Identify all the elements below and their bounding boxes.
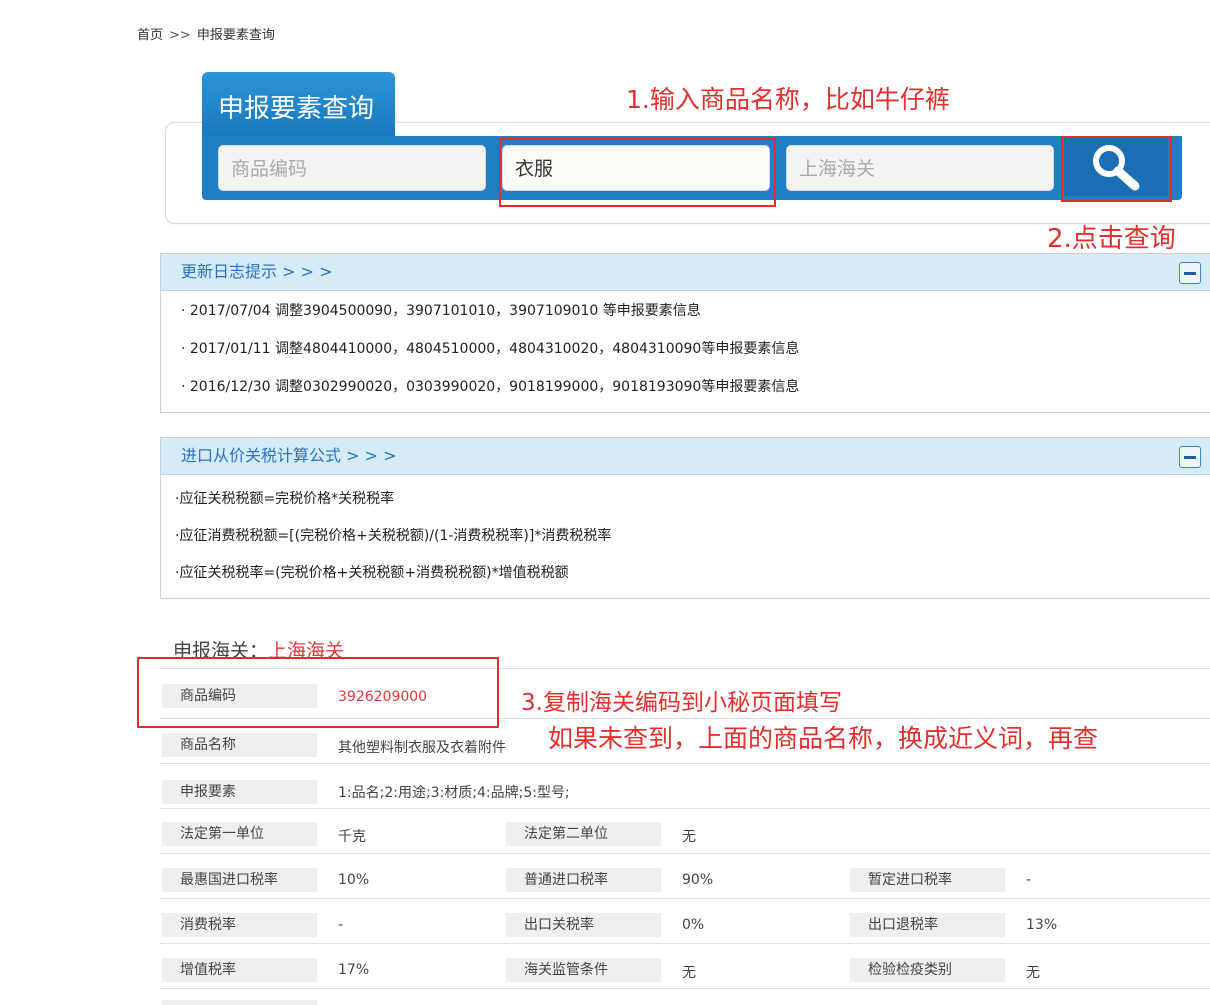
annotation-step1: 1.输入商品名称，比如牛仔裤 xyxy=(626,85,950,114)
unit1-label: 法定第一单位 xyxy=(162,822,317,846)
divider xyxy=(160,988,1210,989)
collapse-button[interactable] xyxy=(1179,262,1201,284)
vat-label: 增值税率 xyxy=(162,958,317,982)
export-rebate-value: 13% xyxy=(1026,917,1058,933)
commodity-code-input[interactable]: 商品编码 xyxy=(218,145,486,191)
elements-label: 申报要素 xyxy=(162,780,317,804)
divider xyxy=(160,763,1210,764)
update-log-header[interactable]: 更新日志提示 > > > xyxy=(161,254,1210,291)
supervision-label: 海关监管条件 xyxy=(506,958,661,982)
formula-panel: 进口从价关税计算公式 > > > ·应征关税税额=完税价格*关税税率 ·应征消费… xyxy=(160,437,1210,599)
mfn-rate-value: 10% xyxy=(338,872,370,888)
search-tab: 申报要素查询 xyxy=(202,72,395,136)
export-rebate-label: 出口退税率 xyxy=(850,913,1005,937)
unit2-value: 无 xyxy=(682,829,696,845)
inspection-value: 无 xyxy=(1026,965,1040,981)
vat-value: 17% xyxy=(338,962,370,978)
formula-title: 进口从价关税计算公式 > > > xyxy=(181,446,397,465)
next-row-label xyxy=(162,1000,317,1005)
divider xyxy=(160,808,1210,809)
highlight-name-input xyxy=(499,138,776,207)
breadcrumb-separator: >> xyxy=(169,28,191,43)
log-item: · 2017/01/11 调整4804410000，4804510000，480… xyxy=(181,341,800,357)
annotation-step3-line1: 3.复制海关编码到小秘页面填写 xyxy=(521,690,842,716)
annotation-step3-line2: 如果未查到，上面的商品名称，换成近义词，再查 xyxy=(548,724,1099,753)
formula-header[interactable]: 进口从价关税计算公式 > > > xyxy=(161,438,1210,475)
breadcrumb-home[interactable]: 首页 xyxy=(137,28,163,43)
unit2-label: 法定第二单位 xyxy=(506,822,661,846)
breadcrumb: 首页 >> 申报要素查询 xyxy=(137,24,275,43)
formula-item: ·应征关税税额=完税价格*关税税率 xyxy=(175,491,395,507)
search-tab-title: 申报要素查询 xyxy=(218,94,375,124)
general-rate-label: 普通进口税率 xyxy=(506,868,661,892)
update-log-title: 更新日志提示 > > > xyxy=(181,262,333,281)
minus-icon xyxy=(1184,455,1196,459)
update-log-panel: 更新日志提示 > > > · 2017/07/04 调整3904500090，3… xyxy=(160,253,1210,413)
log-item: · 2016/12/30 调整0302990020，0303990020，901… xyxy=(181,379,800,395)
provisional-rate-value: - xyxy=(1026,872,1032,888)
inspection-label: 检验检疫类别 xyxy=(850,958,1005,982)
log-item: · 2017/07/04 调整3904500090，3907101010，390… xyxy=(181,303,701,319)
consumption-tax-label: 消费税率 xyxy=(162,913,317,937)
collapse-button[interactable] xyxy=(1179,446,1201,468)
divider xyxy=(160,853,1210,854)
export-tariff-value: 0% xyxy=(682,917,705,933)
name-value: 其他塑料制衣服及衣着附件 xyxy=(338,740,506,756)
formula-item: ·应征关税税率=(完税价格+关税税额+消费税税额)*增值税税额 xyxy=(175,565,569,581)
minus-icon xyxy=(1184,271,1196,275)
customs-select[interactable]: 上海海关 xyxy=(786,145,1054,191)
highlight-search-button xyxy=(1061,136,1172,202)
highlight-code xyxy=(137,657,499,728)
provisional-rate-label: 暂定进口税率 xyxy=(850,868,1005,892)
annotation-step2: 2.点击查询 xyxy=(1047,224,1176,254)
elements-value: 1:品名;2:用途;3:材质;4:品牌;5:型号; xyxy=(338,785,570,801)
formula-item: ·应征消费税税额=[(完税价格+关税税额)/(1-消费税税率)]*消费税税率 xyxy=(175,528,612,544)
name-label: 商品名称 xyxy=(162,733,317,757)
mfn-rate-label: 最惠国进口税率 xyxy=(162,868,317,892)
unit1-value: 千克 xyxy=(338,829,366,845)
general-rate-value: 90% xyxy=(682,872,714,888)
divider xyxy=(160,898,1210,899)
export-tariff-label: 出口关税率 xyxy=(506,913,661,937)
breadcrumb-current: 申报要素查询 xyxy=(196,28,275,43)
divider xyxy=(160,943,1210,944)
supervision-value: 无 xyxy=(682,965,696,981)
consumption-tax-value: - xyxy=(338,917,344,933)
